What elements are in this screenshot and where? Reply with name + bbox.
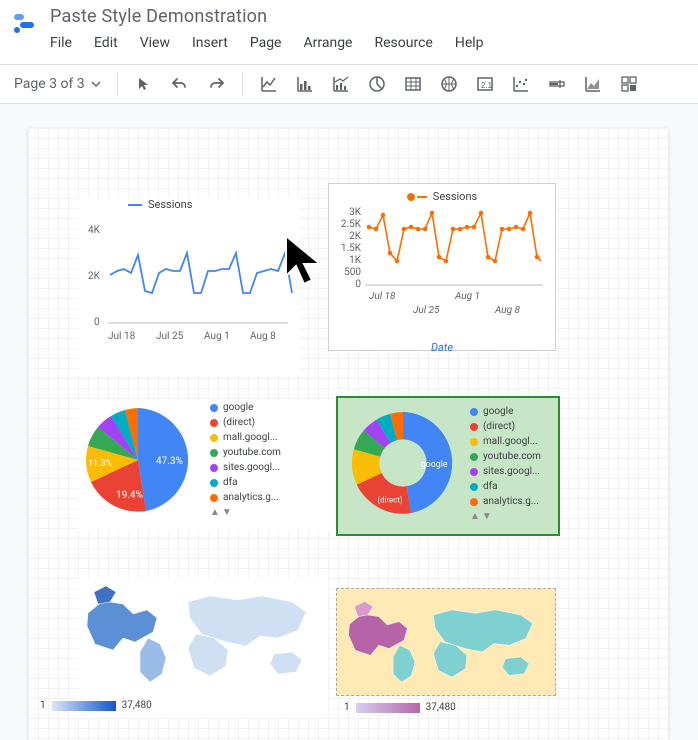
- x-axis-label: Date: [431, 341, 453, 354]
- x-tick: Aug 8: [250, 331, 276, 341]
- toolbar-separator: [117, 72, 118, 96]
- report-page[interactable]: Sessions 4K 2K 0 Jul 18 Jul 25 Aug 1 Aug…: [28, 128, 668, 740]
- chart-pie-1[interactable]: 47.3% 19.4% 11.3% google (direct) mall.g…: [78, 400, 336, 530]
- x-tick: Aug 1: [204, 331, 230, 341]
- menu-edit[interactable]: Edit: [94, 35, 118, 51]
- menu-insert[interactable]: Insert: [192, 35, 228, 51]
- scatter-chart-button[interactable]: [505, 68, 537, 100]
- menu-resource[interactable]: Resource: [374, 35, 432, 51]
- line-chart-button[interactable]: [253, 68, 285, 100]
- svg-text:1K: 1K: [349, 255, 362, 266]
- y-tick: 0: [94, 317, 100, 328]
- legend-swatch: [128, 204, 142, 206]
- pagination-icons[interactable]: ▲▼: [470, 509, 541, 524]
- svg-text:Jul 18: Jul 18: [369, 291, 396, 302]
- pagination-icons[interactable]: ▲▼: [210, 505, 281, 520]
- y-axis: 3K 2.5K 2K 1.5K 1K 500 0: [341, 207, 362, 290]
- pie-legend: google (direct) mall.googl... youtube.co…: [210, 400, 281, 530]
- svg-text:11.3%: 11.3%: [88, 459, 113, 469]
- menu-arrange[interactable]: Arrange: [304, 35, 353, 51]
- chart-geo-1[interactable]: [78, 578, 328, 718]
- document-title[interactable]: Paste Style Demonstration: [50, 6, 698, 27]
- chart-line-1[interactable]: Sessions 4K 2K 0 Jul 18 Jul 25 Aug 1 Aug…: [78, 198, 300, 376]
- table-chart-button[interactable]: [397, 68, 429, 100]
- scorecard-button[interactable]: 2.1: [469, 68, 501, 100]
- geo-scale-1: 137,480: [40, 700, 152, 711]
- x-tick: Jul 25: [156, 331, 184, 341]
- area-chart-button[interactable]: [577, 68, 609, 100]
- svg-text:2.1: 2.1: [481, 81, 493, 90]
- svg-text:19.4%: 19.4%: [116, 490, 143, 501]
- menu-file[interactable]: File: [50, 35, 72, 51]
- svg-text:3K: 3K: [349, 207, 362, 218]
- svg-text:2.5K: 2.5K: [341, 219, 362, 230]
- svg-text:google: google: [421, 460, 448, 470]
- y-tick: 4K: [88, 225, 101, 236]
- page-selector[interactable]: Page 3 of 3: [8, 72, 107, 96]
- svg-text:(direct): (direct): [377, 495, 402, 504]
- svg-text:Jul 25: Jul 25: [413, 305, 440, 316]
- page-label: Page 3 of 3: [14, 76, 85, 92]
- menu-page[interactable]: Page: [250, 35, 282, 51]
- app-header: Paste Style Demonstration File Edit View…: [0, 0, 698, 64]
- svg-text:1.5K: 1.5K: [341, 243, 362, 254]
- chart-pie-2[interactable]: google (direct) google (direct) mall.goo…: [336, 396, 560, 536]
- legend-label: Sessions: [148, 198, 192, 211]
- svg-text:2K: 2K: [349, 231, 362, 242]
- chart-geo-2[interactable]: [336, 588, 556, 696]
- pie-chart-button[interactable]: [361, 68, 393, 100]
- pie-legend: google (direct) mall.googl... youtube.co…: [470, 404, 541, 528]
- legend-swatch: [407, 193, 415, 201]
- chart-line-2[interactable]: Sessions 3K 2.5K 2K 1.5K 1K 500 0: [328, 183, 556, 351]
- bar-chart-button[interactable]: [289, 68, 321, 100]
- svg-text:47.3%: 47.3%: [156, 456, 183, 467]
- redo-button[interactable]: [200, 68, 232, 100]
- x-tick: Jul 18: [108, 331, 136, 341]
- select-tool-button[interactable]: [128, 68, 160, 100]
- svg-text:Aug 1: Aug 1: [454, 291, 480, 302]
- bullet-chart-button[interactable]: [541, 68, 573, 100]
- legend-label: Sessions: [433, 190, 477, 203]
- undo-button[interactable]: [164, 68, 196, 100]
- y-tick: 2K: [88, 271, 101, 282]
- combo-chart-button[interactable]: [325, 68, 357, 100]
- canvas[interactable]: Sessions 4K 2K 0 Jul 18 Jul 25 Aug 1 Aug…: [0, 104, 698, 740]
- geo-scale-2: 137,480: [344, 702, 456, 713]
- menu-bar: File Edit View Insert Page Arrange Resou…: [50, 35, 698, 51]
- svg-text:0: 0: [355, 279, 361, 290]
- menu-help[interactable]: Help: [455, 35, 484, 51]
- chevron-down-icon: [91, 79, 101, 89]
- app-logo: [0, 6, 50, 36]
- svg-text:Aug 8: Aug 8: [494, 305, 521, 316]
- pivot-table-button[interactable]: [613, 68, 645, 100]
- svg-text:500: 500: [344, 267, 361, 278]
- toolbar: Page 3 of 3 2.1: [0, 64, 698, 104]
- menu-view[interactable]: View: [140, 35, 170, 51]
- toolbar-separator: [242, 72, 243, 96]
- geo-chart-button[interactable]: [433, 68, 465, 100]
